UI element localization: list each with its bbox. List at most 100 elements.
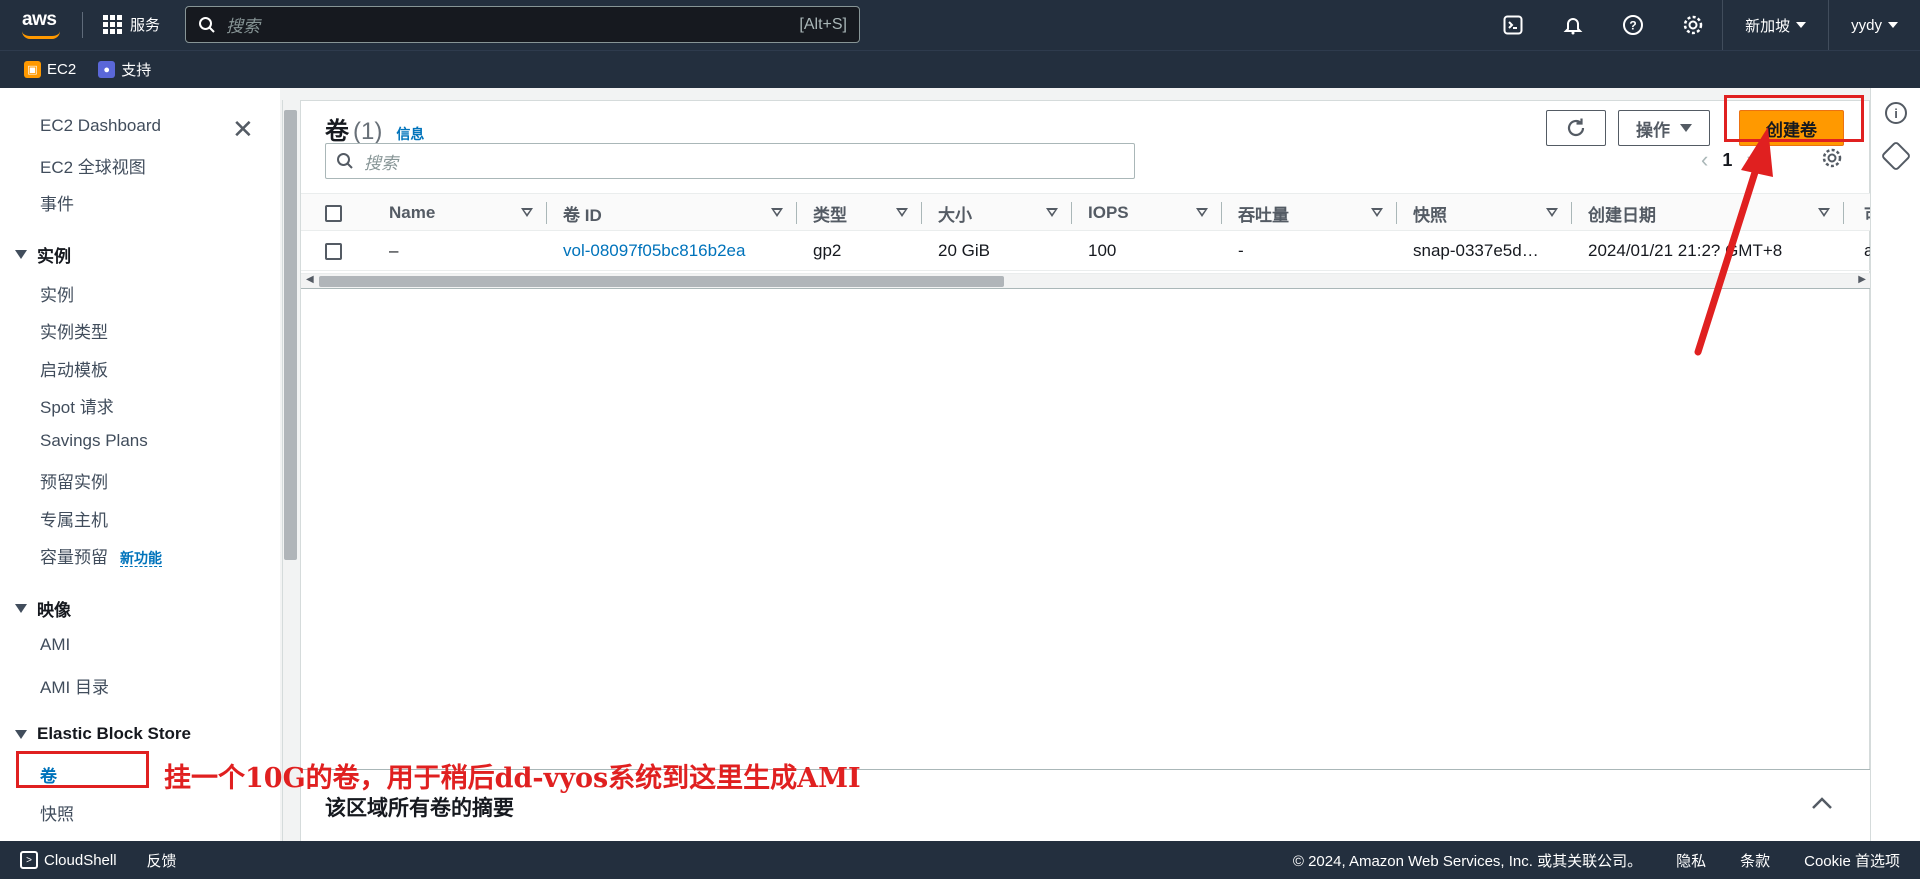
nav-right-group: ? 新加坡 yydy	[1482, 0, 1920, 50]
cloudshell-icon: >	[20, 851, 38, 869]
actions-button[interactable]: 操作	[1618, 110, 1710, 146]
cell-name: –	[389, 241, 399, 260]
column-header-size[interactable]: 大小	[922, 194, 1072, 232]
scroll-left-icon[interactable]: ◀	[306, 274, 314, 285]
region-selector[interactable]: 新加坡	[1722, 0, 1828, 50]
table-row[interactable]: – vol-08097f05bc816b2ea gp2 20 GiB 100 -…	[301, 231, 1871, 271]
sort-icon	[771, 208, 783, 217]
sidebar-item-savings-plans[interactable]: Savings Plans	[40, 431, 148, 451]
cell-created: 2024/01/21 21:2? GMT+8	[1588, 241, 1783, 260]
user-menu[interactable]: yydy	[1828, 0, 1920, 50]
aws-logo-text: aws	[22, 9, 57, 30]
help-panel-rail: i	[1870, 88, 1920, 841]
cell-volume-id-link[interactable]: vol-08097f05bc816b2ea	[563, 231, 745, 271]
chevron-up-icon[interactable]	[1811, 790, 1833, 816]
refresh-button[interactable]	[1546, 110, 1606, 146]
search-shortcut: [Alt+S]	[799, 15, 847, 33]
row-checkbox[interactable]	[325, 242, 342, 260]
favorite-ec2-label: EC2	[47, 61, 77, 78]
help-icon[interactable]: ?	[1602, 0, 1662, 50]
page-number[interactable]: 1	[1722, 150, 1732, 171]
sidebar-item-capacity-reservations[interactable]: 容量预留 新功能	[40, 543, 162, 568]
column-header-volume-id[interactable]: 卷 ID	[547, 194, 797, 232]
cookie-preferences-link[interactable]: Cookie 首选项	[1804, 850, 1900, 871]
sidebar-section-ebs[interactable]: Elastic Block Store	[15, 724, 191, 744]
column-header-label: 类型	[813, 205, 847, 225]
actions-label: 操作	[1636, 120, 1670, 140]
scrollbar-thumb[interactable]	[284, 110, 297, 560]
favorite-ec2[interactable]: ▣ EC2	[24, 61, 76, 78]
favorite-support-label: 支持	[121, 62, 152, 79]
feedback-link[interactable]: 反馈	[147, 850, 177, 871]
footer-left: > CloudShell 反馈	[20, 850, 177, 871]
user-label: yydy	[1851, 16, 1882, 34]
table-settings-icon[interactable]	[1821, 147, 1843, 175]
chevron-left-icon[interactable]: ‹	[1701, 147, 1708, 173]
cloudshell-button[interactable]: > CloudShell	[20, 851, 117, 869]
column-header-label: 吞吐量	[1238, 205, 1289, 225]
sidebar-item-reserved-instances[interactable]: 预留实例	[40, 468, 108, 493]
scroll-right-icon[interactable]: ▶	[1858, 274, 1866, 285]
svg-text:?: ?	[1629, 19, 1636, 33]
search-placeholder: 搜索	[226, 17, 260, 36]
sidebar-item-ec2-dashboard[interactable]: EC2 Dashboard	[40, 116, 161, 136]
sidebar-item-events[interactable]: 事件	[40, 190, 74, 215]
bell-icon[interactable]	[1542, 0, 1602, 50]
column-header-created[interactable]: 创建日期	[1572, 194, 1844, 232]
sort-icon	[1046, 208, 1058, 217]
column-header-throughput[interactable]: 吞吐量	[1222, 194, 1397, 232]
sidebar-section-instances[interactable]: 实例	[15, 242, 71, 267]
volume-count: (1)	[353, 118, 383, 145]
explore-icon[interactable]	[1880, 140, 1912, 172]
cloudshell-icon[interactable]	[1482, 0, 1542, 50]
search-icon	[199, 16, 215, 33]
gear-icon[interactable]	[1662, 0, 1722, 50]
sidebar-item-instances[interactable]: 实例	[40, 281, 74, 306]
column-header-name[interactable]: Name	[365, 194, 547, 232]
select-all-checkbox[interactable]	[325, 204, 342, 222]
sidebar-section-label: 实例	[37, 247, 71, 266]
chevron-down-icon	[1888, 22, 1898, 28]
favorite-support[interactable]: ● 支持	[98, 59, 151, 80]
table-horizontal-scrollbar[interactable]: ◀ ▶	[301, 273, 1871, 289]
privacy-link[interactable]: 隐私	[1676, 850, 1706, 871]
sidebar-item-label: 容量预留	[40, 548, 108, 567]
scrollbar-thumb[interactable]	[319, 276, 1004, 287]
close-icon[interactable]: ✕	[232, 114, 254, 145]
sidebar-item-launch-templates[interactable]: 启动模板	[40, 356, 108, 381]
caret-down-icon	[15, 604, 27, 613]
caret-down-icon	[15, 729, 27, 739]
sidebar-item-snapshots[interactable]: 快照	[40, 800, 74, 825]
column-header-label: 创建日期	[1588, 205, 1656, 225]
sidebar-scrollbar[interactable]	[282, 100, 298, 841]
cell-type: gp2	[813, 241, 842, 260]
sidebar-item-ami[interactable]: AMI	[40, 635, 70, 655]
column-header-type[interactable]: 类型	[797, 194, 922, 232]
column-header-az[interactable]: 可	[1844, 194, 1871, 232]
chevron-right-icon[interactable]: ›	[1746, 147, 1753, 173]
sidebar-item-dedicated-hosts[interactable]: 专属主机	[40, 506, 108, 531]
global-search-input[interactable]: 搜索 [Alt+S]	[185, 6, 860, 43]
sidebar-item-instance-types[interactable]: 实例类型	[40, 318, 108, 343]
filter-placeholder: 搜索	[364, 153, 398, 173]
services-menu[interactable]: 服务	[103, 14, 160, 35]
sort-icon	[1546, 208, 1558, 217]
info-icon[interactable]: i	[1885, 102, 1907, 124]
terms-link[interactable]: 条款	[1740, 850, 1770, 871]
annotation-text: 挂一个10G的卷，用于稍后dd-vyos系统到这里生成AMI	[164, 763, 861, 794]
aws-logo[interactable]: aws	[22, 9, 60, 39]
aws-smile	[22, 31, 60, 39]
sidebar-section-label: 映像	[37, 601, 71, 620]
copyright-text: © 2024, Amazon Web Services, Inc. 或其关联公司…	[1292, 852, 1643, 870]
chevron-down-icon	[1680, 124, 1692, 132]
sidebar-item-ami-catalog[interactable]: AMI 目录	[40, 673, 109, 698]
sidebar-item-ec2-global-view[interactable]: EC2 全球视图	[40, 153, 146, 178]
sidebar-section-images[interactable]: 映像	[15, 596, 71, 621]
column-header-label: 卷 ID	[563, 205, 602, 225]
column-header-snapshot[interactable]: 快照	[1397, 194, 1572, 232]
info-link[interactable]: 信息	[396, 124, 424, 144]
volume-filter-input[interactable]: 搜索	[325, 143, 1135, 179]
sidebar-item-spot-requests[interactable]: Spot 请求	[40, 393, 114, 418]
column-header-iops[interactable]: IOPS	[1072, 194, 1222, 232]
page-title-text: 卷	[325, 118, 349, 145]
